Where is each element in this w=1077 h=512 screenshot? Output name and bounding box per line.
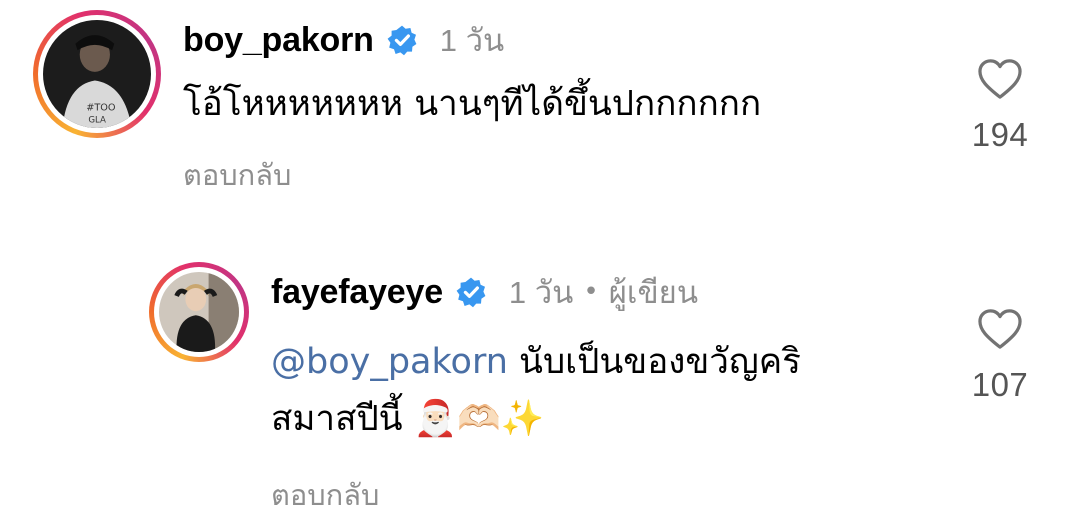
comments-thread: #TOO GLA boy_pakorn 1 วัน โอ้โหหหหหหห นา… — [0, 0, 1077, 512]
reply-comment-item: fayefayeye 1 วัน • ผู้เขียน @boy_pakorn … — [0, 250, 1077, 512]
comment-text: โอ้โหหหหหหห นานๆทีได้ขึ้นปกกกกกก — [183, 84, 762, 124]
mention-link[interactable]: @boy_pakorn — [271, 342, 508, 382]
comment-item: #TOO GLA boy_pakorn 1 วัน โอ้โหหหหหหห นา… — [0, 0, 1077, 220]
verified-badge-icon — [455, 276, 487, 308]
comment-header: boy_pakorn 1 วัน — [183, 16, 504, 64]
avatar[interactable]: #TOO GLA — [43, 20, 151, 128]
avatar-border — [154, 267, 244, 357]
avatar-border: #TOO GLA — [38, 15, 156, 133]
username[interactable]: fayefayeye — [271, 273, 443, 312]
comment-text: @boy_pakorn นับเป็นของขวัญคริสมาสปีนี้ 🎅… — [271, 334, 911, 448]
comment-header: fayefayeye 1 วัน • ผู้เขียน — [271, 268, 698, 316]
separator-dot: • — [583, 277, 599, 307]
heart-hands-emoji-icon: 🫶🏻 — [457, 399, 501, 439]
svg-text:#TOO: #TOO — [86, 103, 116, 114]
profile-photo-icon — [159, 272, 239, 352]
comment-text-line2: สมาสปีนี้ — [271, 399, 414, 439]
sparkles-emoji-icon: ✨ — [500, 399, 545, 439]
comment-text-line1: นับเป็นของขวัญคริ — [507, 342, 801, 382]
comment-time: 1 วัน — [508, 275, 574, 310]
author-badge: ผู้เขียน — [608, 275, 699, 310]
reply-button[interactable]: ตอบกลับ — [271, 472, 379, 512]
svg-text:GLA: GLA — [88, 116, 106, 126]
heart-outline-icon[interactable] — [977, 58, 1023, 100]
like-count: 107 — [971, 366, 1029, 403]
santa-emoji-icon: 🎅🏻 — [413, 399, 458, 439]
profile-photo-icon: #TOO GLA — [43, 20, 151, 128]
heart-outline-icon[interactable] — [977, 308, 1023, 350]
username[interactable]: boy_pakorn — [183, 21, 374, 60]
like-column: 194 — [950, 58, 1050, 154]
reply-button[interactable]: ตอบกลับ — [183, 152, 291, 198]
story-ring-avatar[interactable]: #TOO GLA — [33, 10, 161, 138]
like-count: 194 — [971, 116, 1029, 153]
comment-time: 1 วัน — [439, 23, 505, 58]
verified-badge-icon — [386, 24, 418, 56]
story-ring-avatar[interactable] — [149, 262, 249, 362]
avatar[interactable] — [159, 272, 239, 352]
like-column: 107 — [950, 308, 1050, 404]
